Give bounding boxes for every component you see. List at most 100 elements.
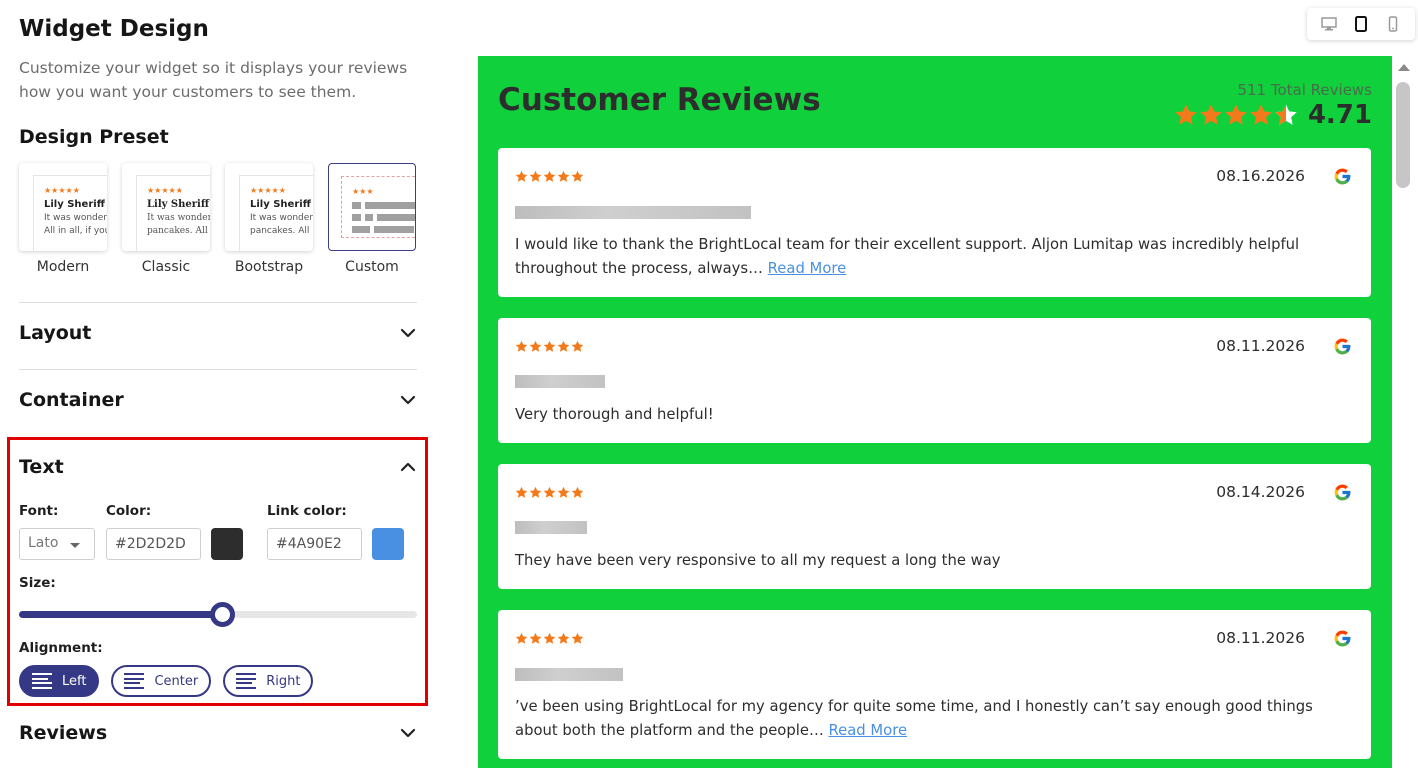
size-slider-handle[interactable] xyxy=(209,602,235,627)
preset-label[interactable]: Custom xyxy=(328,259,416,275)
align-left-label: Left xyxy=(62,673,87,689)
caret-down-icon xyxy=(70,543,80,548)
preset-thumbnail[interactable]: ★★★ xyxy=(328,163,416,251)
divider xyxy=(19,302,417,303)
widget-title: Customer Reviews xyxy=(498,82,821,118)
star-icon xyxy=(1250,104,1272,125)
align-right-button[interactable]: Right xyxy=(223,665,314,697)
size-slider-fill xyxy=(19,611,222,618)
mobile-view-button[interactable] xyxy=(1380,12,1406,36)
thumbnail-name: Lily Sheriff xyxy=(250,199,311,210)
preset-thumbnail[interactable]: ★★★★★ Lily Sheriff It was wonder pancake… xyxy=(225,163,313,251)
preview-scrollbar[interactable] xyxy=(1392,56,1418,768)
chevron-up-icon[interactable] xyxy=(399,458,417,476)
align-left-button[interactable]: Left xyxy=(19,665,100,697)
review-body: Very thorough and helpful! xyxy=(515,406,714,423)
preset-custom[interactable]: ★★★ Custom xyxy=(328,163,416,275)
star-icon xyxy=(529,170,542,182)
section-reviews-header[interactable]: Reviews xyxy=(19,722,417,744)
text-color-swatch[interactable] xyxy=(211,528,243,560)
preset-label[interactable]: Modern xyxy=(19,259,107,275)
review-date: 08.11.2026 xyxy=(1216,629,1305,647)
thumbnail-name: Lily Sheriff xyxy=(44,199,105,210)
review-card: 08.14.2026 They have been very responsiv… xyxy=(498,464,1371,589)
preset-label[interactable]: Bootstrap xyxy=(225,259,313,275)
section-layout-header[interactable]: Layout xyxy=(19,322,417,344)
star-icon xyxy=(557,632,570,644)
preset-list: ★★★★★ Lily Sheriff It was wonder All in … xyxy=(19,163,416,275)
page-title: Widget Design xyxy=(19,16,209,42)
rating-stars xyxy=(1174,103,1298,127)
star-icon xyxy=(515,340,528,352)
review-date: 08.16.2026 xyxy=(1216,167,1305,185)
chevron-down-icon[interactable] xyxy=(399,724,417,742)
review-stars xyxy=(515,340,584,353)
section-label: Reviews xyxy=(19,722,108,744)
preset-label[interactable]: Classic xyxy=(122,259,210,275)
reviewer-name-redacted xyxy=(515,521,587,534)
review-stars xyxy=(515,170,584,183)
scroll-up-arrow-icon[interactable] xyxy=(1398,64,1410,71)
preset-classic[interactable]: ★★★★★ Lily Sheriff It was wonder pancake… xyxy=(122,163,210,275)
preset-modern[interactable]: ★★★★★ Lily Sheriff It was wonder All in … xyxy=(19,163,107,275)
review-body: I would like to thank the BrightLocal te… xyxy=(515,236,1300,277)
review-date: 08.11.2026 xyxy=(1216,337,1305,355)
divider xyxy=(19,369,417,370)
star-icons: ★★★★★ xyxy=(44,186,80,195)
design-preset-heading: Design Preset xyxy=(19,126,169,148)
star-icon xyxy=(543,170,556,182)
preset-thumbnail[interactable]: ★★★★★ Lily Sheriff It was wonder pancake… xyxy=(122,163,210,251)
font-select[interactable]: Lato xyxy=(19,528,95,560)
tablet-icon xyxy=(1355,16,1367,32)
thumbnail-line: pancakes. All xyxy=(250,226,310,236)
star-icons: ★★★★★ xyxy=(147,186,183,195)
review-stars xyxy=(515,632,584,645)
thumbnail-card: ★★★★★ Lily Sheriff It was wonder All in … xyxy=(33,175,107,251)
section-text-header[interactable]: Text xyxy=(19,456,417,478)
tablet-view-button[interactable] xyxy=(1348,12,1374,36)
total-reviews: 511 Total Reviews xyxy=(1237,81,1372,99)
page-description: Customize your widget so it displays you… xyxy=(19,59,408,101)
align-center-button[interactable]: Center xyxy=(111,665,212,697)
size-slider[interactable] xyxy=(19,602,417,627)
section-container-header[interactable]: Container xyxy=(19,389,417,411)
star-icon xyxy=(571,632,584,644)
star-icon xyxy=(529,486,542,498)
align-center-label: Center xyxy=(154,673,199,689)
align-left-icon xyxy=(32,673,52,689)
star-icon xyxy=(543,486,556,498)
scrollbar-thumb[interactable] xyxy=(1396,82,1410,188)
read-more-link[interactable]: Read More xyxy=(768,260,847,277)
star-icons: ★★★ xyxy=(352,187,374,196)
review-text: Very thorough and helpful! xyxy=(515,403,1354,427)
chevron-down-icon[interactable] xyxy=(399,391,417,409)
link-color-input[interactable]: #4A90E2 xyxy=(267,528,362,560)
thumbnail-name: Lily Sheriff xyxy=(147,199,210,210)
review-body: They have been very responsive to all my… xyxy=(515,552,1001,569)
review-stars xyxy=(515,486,584,499)
star-icon xyxy=(529,632,542,644)
star-icon xyxy=(571,170,584,182)
google-icon xyxy=(1334,338,1351,355)
star-icon xyxy=(515,170,528,182)
thumbnail-card: ★★★★★ Lily Sheriff It was wonder pancake… xyxy=(239,175,313,251)
preset-thumbnail[interactable]: ★★★★★ Lily Sheriff It was wonder All in … xyxy=(19,163,107,251)
thumbnail-card: ★★★ xyxy=(341,176,415,238)
star-icon xyxy=(557,340,570,352)
preset-bootstrap[interactable]: ★★★★★ Lily Sheriff It was wonder pancake… xyxy=(225,163,313,275)
star-icon xyxy=(543,632,556,644)
star-icon xyxy=(1225,104,1247,125)
desktop-icon xyxy=(1321,17,1337,31)
star-icon xyxy=(571,340,584,352)
chevron-down-icon[interactable] xyxy=(399,324,417,342)
placeholder-bars xyxy=(352,214,415,221)
link-color-swatch[interactable] xyxy=(372,528,404,560)
placeholder-bars xyxy=(352,202,415,209)
google-icon xyxy=(1334,168,1351,185)
alignment-group: Left Center Right xyxy=(19,665,314,697)
rating-score: 4.71 xyxy=(1307,100,1372,130)
desktop-view-button[interactable] xyxy=(1316,12,1342,36)
review-body: ’ve been using BrightLocal for my agency… xyxy=(515,698,1313,739)
text-color-input[interactable]: #2D2D2D xyxy=(106,528,201,560)
read-more-link[interactable]: Read More xyxy=(829,722,908,739)
